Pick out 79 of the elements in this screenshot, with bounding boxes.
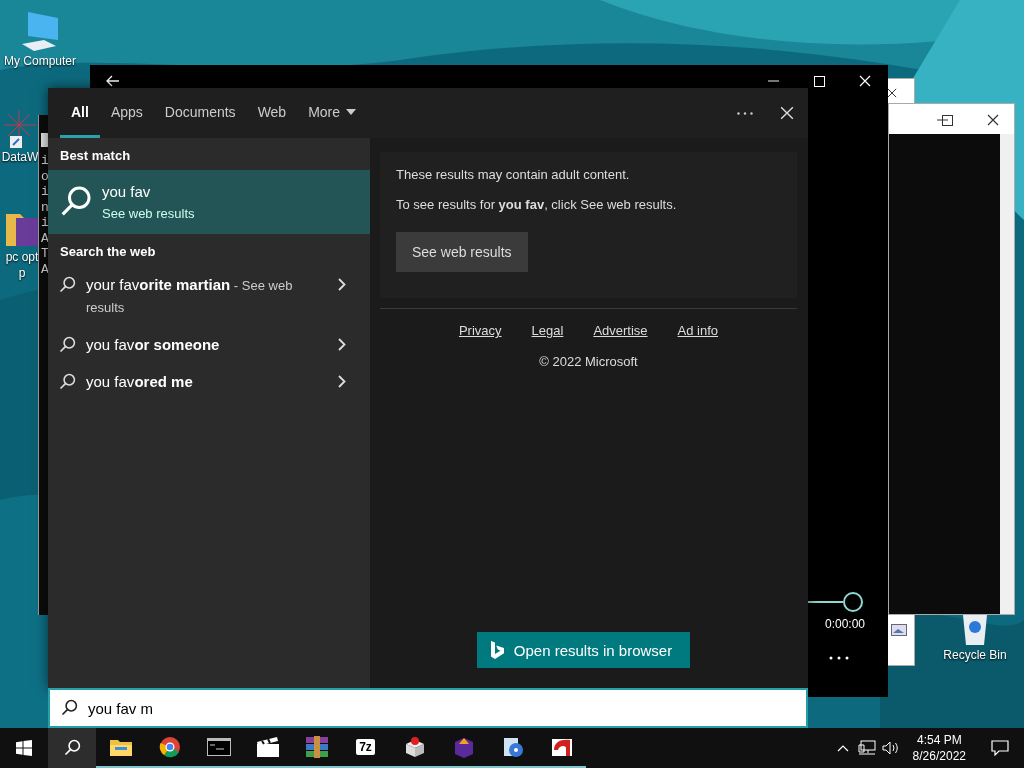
console-text: A — [41, 261, 49, 277]
chevron-icon — [338, 278, 346, 291]
best-match-item[interactable]: you fav See web results — [48, 170, 370, 234]
suggestion-item[interactable]: you favored me — [48, 363, 370, 400]
scrollbar[interactable] — [1000, 134, 1014, 614]
search-icon — [58, 373, 76, 391]
icon-label: pc opt — [5, 250, 39, 264]
minimize-icon — [936, 119, 948, 121]
search-icon — [60, 699, 78, 717]
notice-text: These results may contain adult content. — [396, 168, 631, 182]
network-icon[interactable] — [857, 740, 876, 756]
see-web-results-button[interactable]: See web results — [396, 232, 528, 272]
bing-logo-icon — [490, 641, 504, 659]
search-icon — [58, 276, 76, 294]
footer-link[interactable]: Legal — [531, 323, 564, 338]
image-icon — [891, 624, 907, 636]
section-heading: Search the web — [59, 244, 157, 260]
console-text: A — [41, 230, 49, 246]
more-icon — [737, 111, 753, 115]
caret-up-icon[interactable] — [836, 744, 849, 752]
console-text: T — [41, 246, 49, 262]
volume-icon[interactable] — [881, 741, 900, 755]
filter-tab[interactable]: Apps — [99, 88, 154, 138]
filter-tab[interactable]: More — [297, 88, 368, 138]
search-icon — [63, 739, 81, 757]
open-in-browser-button[interactable]: Open results in browser — [476, 632, 691, 668]
icon-label: Recycle Bin — [943, 648, 1007, 662]
icon-label: p — [18, 266, 26, 280]
filter-tab[interactable]: Web — [246, 88, 298, 138]
suggestion-item[interactable]: your favorite martian - See web results — [48, 266, 370, 326]
suggestion-item[interactable]: you favor someone — [48, 326, 370, 363]
footer-link[interactable]: Advertise — [593, 323, 648, 338]
document-icon — [550, 736, 573, 758]
search-field[interactable]: you fav m — [48, 688, 808, 728]
section-heading: Best match — [59, 148, 132, 164]
minimize-icon — [767, 80, 779, 82]
folder-icon — [109, 738, 132, 756]
icon-label: DataW — [1, 150, 39, 164]
clock-time[interactable]: 4:54 PM — [916, 732, 962, 748]
chevron-icon — [338, 375, 346, 388]
more-icon[interactable] — [829, 656, 849, 660]
clock-date[interactable]: 8/26/2022 — [912, 748, 966, 764]
terminal-icon — [206, 738, 231, 756]
seek-thumb[interactable] — [843, 592, 863, 612]
caret-icon — [346, 108, 357, 115]
clapperboard-icon — [256, 737, 279, 757]
copyright-text: © 2022 Microsoft — [538, 354, 639, 369]
books-icon — [305, 736, 328, 758]
close-icon — [780, 106, 794, 120]
package-icon — [403, 736, 426, 758]
close-icon — [887, 88, 897, 98]
console-text: o — [41, 168, 49, 184]
console-text: i — [41, 153, 49, 169]
windows-logo-icon — [16, 740, 32, 756]
duration-text: 0:00:00 — [825, 617, 866, 631]
taskbar-app-button[interactable]: 7z — [341, 728, 390, 768]
browser-icon — [158, 736, 181, 758]
footer-link[interactable]: Privacy — [458, 323, 502, 338]
close-icon — [987, 114, 999, 126]
result-subtitle: See web results — [102, 206, 195, 221]
footer-link[interactable]: Ad info — [677, 323, 719, 338]
back-arrow-icon — [106, 75, 120, 87]
app-logo: 7z — [356, 739, 375, 755]
search-button[interactable] — [48, 728, 96, 768]
disc-icon — [501, 736, 524, 758]
maximize-icon — [941, 114, 953, 126]
notice-text: To see results for you fav, click See web results. — [396, 198, 678, 212]
maximize-icon — [813, 75, 825, 87]
console-text: i — [41, 215, 49, 231]
result-title: you fav — [102, 183, 152, 200]
chevron-icon — [338, 338, 346, 351]
console-text: n — [41, 199, 49, 215]
icon-label: My Computer — [4, 54, 76, 68]
filter-tab[interactable]: Documents — [153, 88, 247, 138]
search-icon — [58, 336, 76, 354]
console-text: i — [41, 184, 49, 200]
speech-bubble-icon — [991, 740, 1009, 756]
close-icon — [859, 75, 871, 87]
box-icon — [452, 736, 475, 758]
